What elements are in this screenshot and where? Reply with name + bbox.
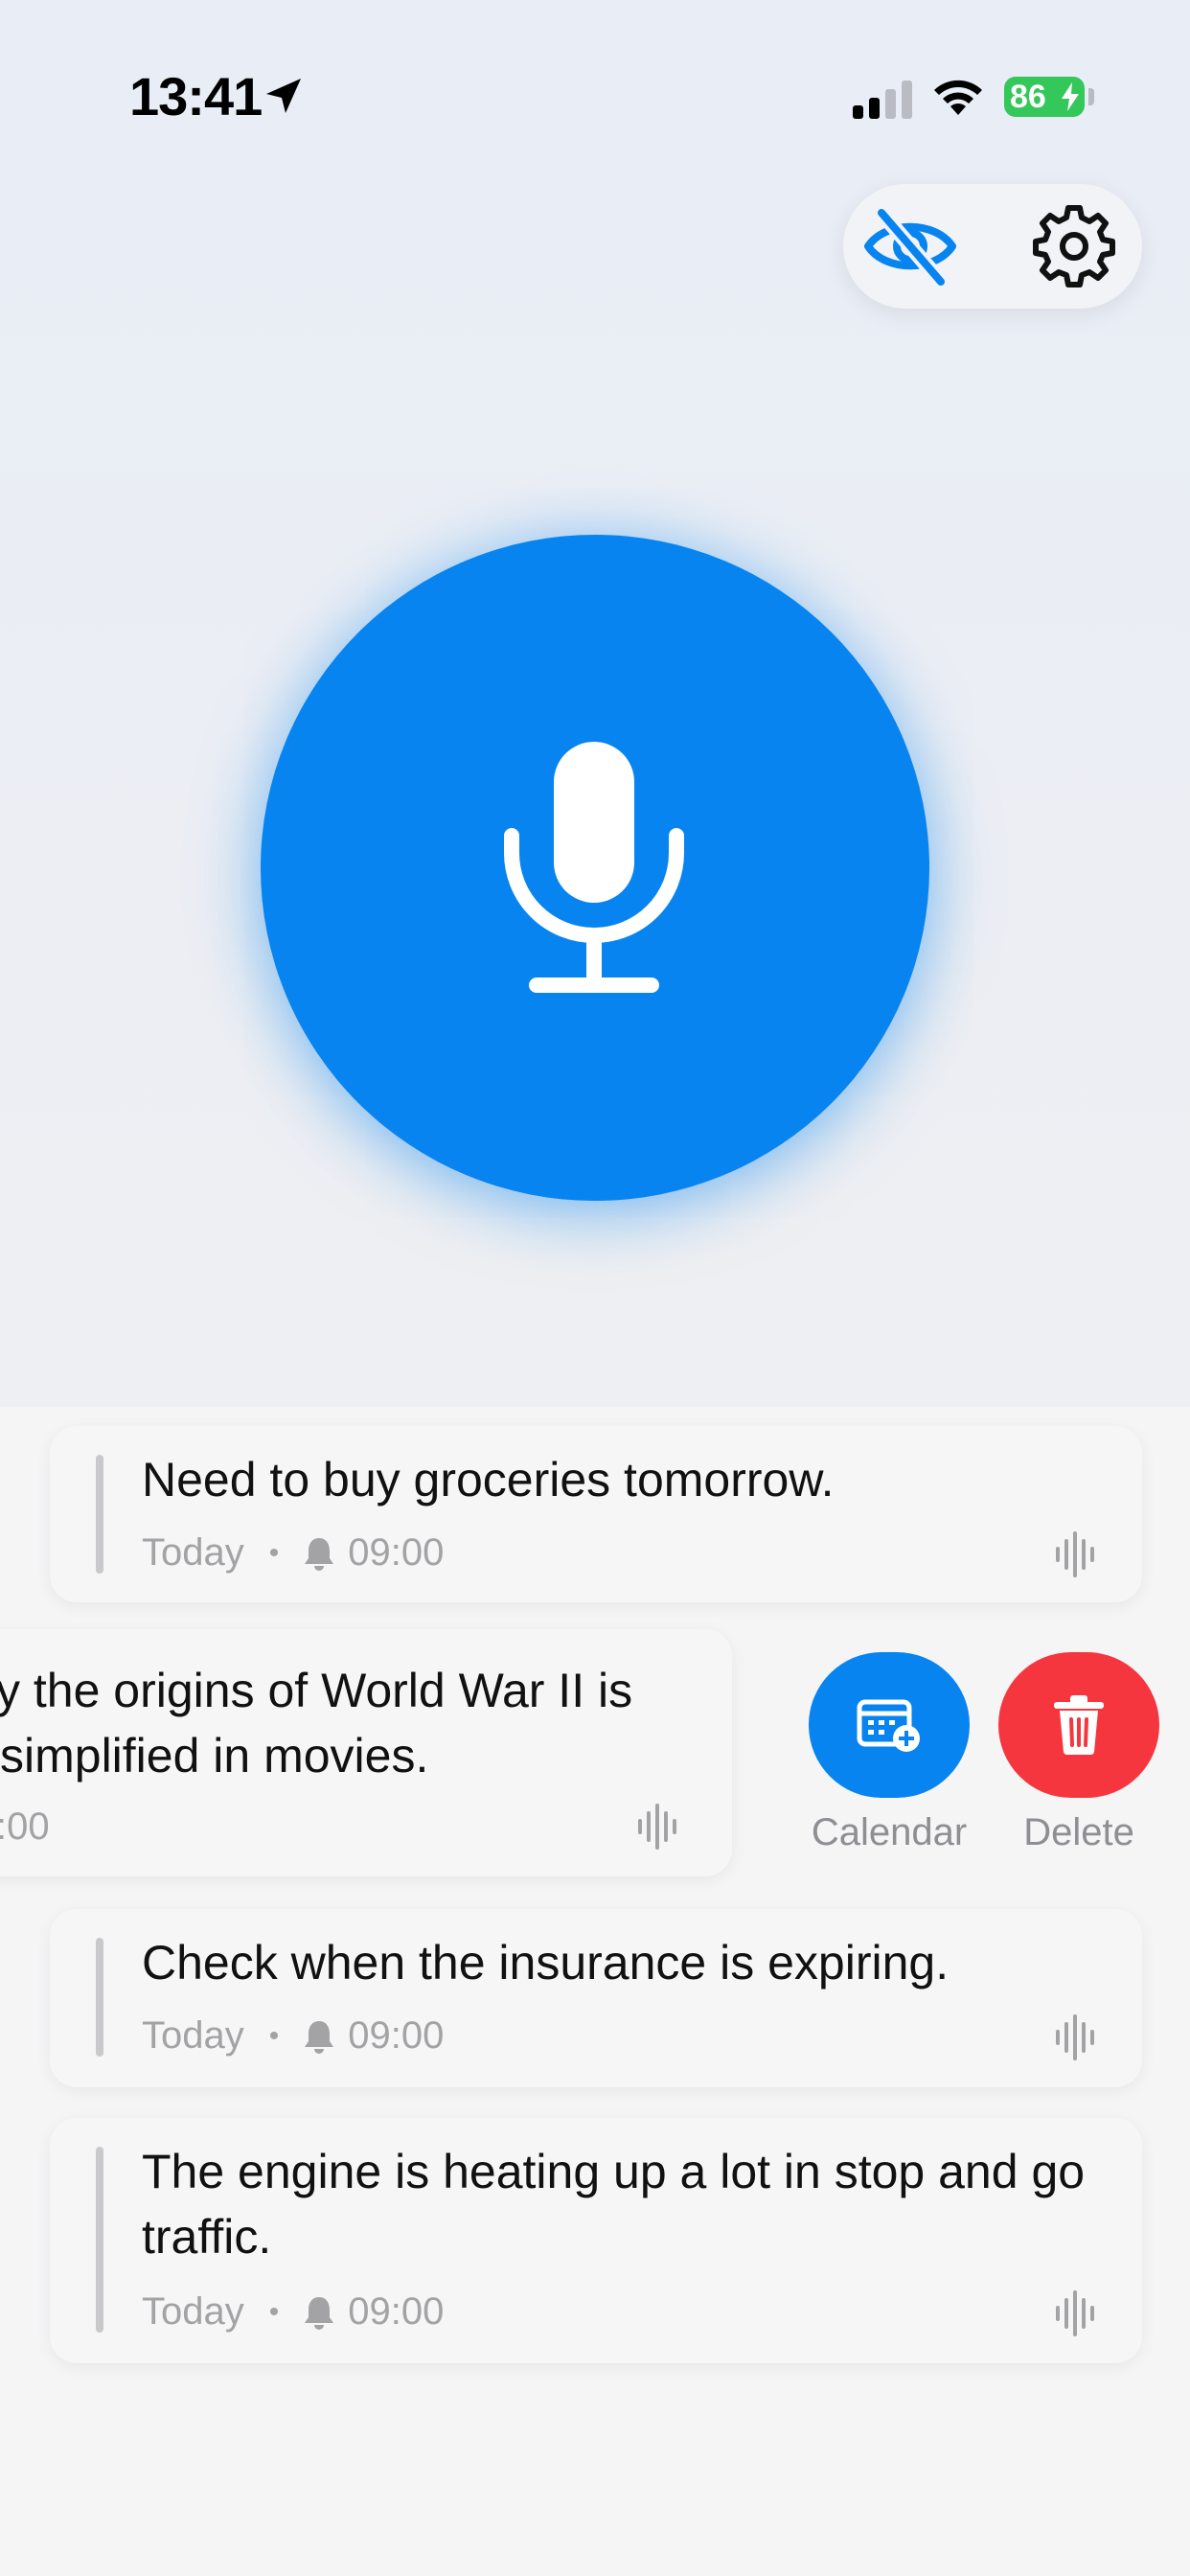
note-text: The engine is heating up a lot in stop a… — [142, 2145, 1086, 2264]
calendar-add-icon — [857, 1699, 920, 1752]
wifi-icon — [934, 80, 982, 115]
gear-icon[interactable] — [1031, 203, 1117, 289]
note-accent-bar — [96, 1938, 103, 2057]
reminder-time-partial: :00 — [0, 1806, 50, 1848]
reminder-time: 09:00 — [348, 1531, 445, 1574]
battery-level: 86 — [1010, 79, 1046, 115]
reminder-time: 09:00 — [348, 2290, 445, 2333]
note-day: Today — [142, 1531, 244, 1574]
note-meta: Today • 09:00 — [142, 1531, 444, 1575]
note-accent-bar — [96, 1455, 103, 1574]
waveform-icon[interactable] — [1054, 1531, 1096, 1577]
note-day: Today — [142, 2014, 244, 2057]
note-text: Check when the insurance is expiring. — [142, 1936, 950, 1990]
bell-icon — [305, 2296, 334, 2330]
waveform-icon[interactable] — [1054, 2014, 1096, 2060]
note-text-line1: y the origins of World War II is — [0, 1664, 633, 1717]
waveform-icon[interactable] — [636, 1804, 678, 1850]
note-card-swiped[interactable]: y the origins of World War II is simplif… — [0, 1629, 732, 1876]
charging-bolt-icon — [1062, 82, 1079, 111]
battery-indicator: 86 — [1004, 77, 1085, 117]
note-accent-bar — [96, 2147, 103, 2333]
waveform-icon[interactable] — [1054, 2290, 1096, 2336]
bell-icon — [305, 2020, 334, 2054]
bell-icon — [305, 1537, 334, 1571]
note-meta: Today • 09:00 — [142, 2014, 444, 2058]
note-card[interactable]: Check when the insurance is expiring. To… — [50, 1909, 1142, 2087]
location-arrow-icon — [266, 79, 301, 113]
calendar-label: Calendar — [811, 1811, 968, 1853]
calendar-button[interactable] — [809, 1652, 970, 1798]
separator-dot: • — [268, 2295, 280, 2328]
trash-icon — [1054, 1695, 1104, 1756]
note-day: Today — [142, 2290, 244, 2333]
microphone-icon — [504, 742, 684, 993]
note-meta: Today • 09:00 — [142, 2290, 444, 2334]
reminder-time: 09:00 — [348, 2014, 445, 2057]
note-meta: :00 — [0, 1806, 50, 1849]
status-time: 13:41 — [129, 66, 263, 126]
note-text-line2: simplified in movies. — [0, 1729, 429, 1782]
cellular-signal-icon — [853, 80, 912, 119]
delete-label: Delete — [1023, 1811, 1134, 1853]
note-card[interactable]: Need to buy groceries tomorrow. Today • … — [50, 1426, 1142, 1602]
eye-slash-icon[interactable] — [862, 205, 958, 288]
note-card[interactable]: The engine is heating up a lot in stop a… — [50, 2118, 1142, 2363]
delete-button[interactable] — [998, 1652, 1159, 1798]
note-text: Need to buy groceries tomorrow. — [142, 1453, 835, 1506]
separator-dot: • — [268, 1536, 280, 1569]
battery-nub — [1088, 88, 1094, 105]
separator-dot: • — [268, 2019, 280, 2052]
